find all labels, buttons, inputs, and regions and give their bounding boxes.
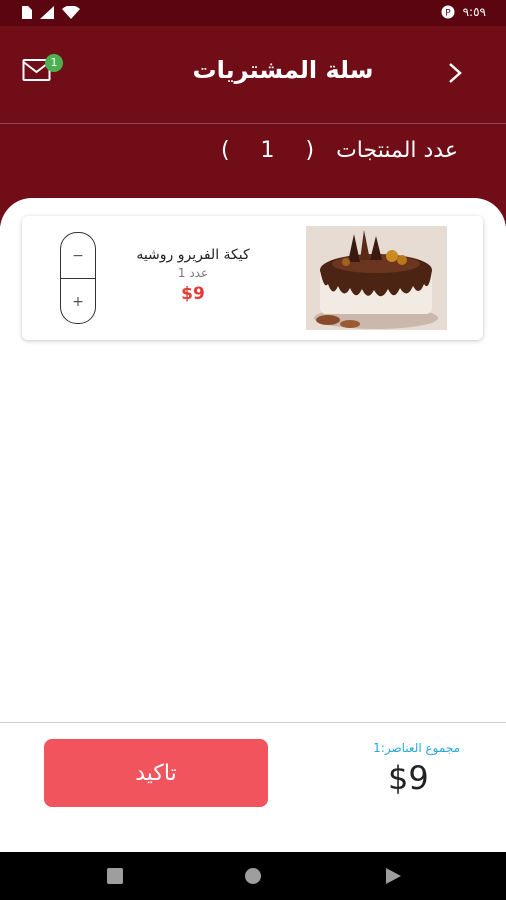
product-quantity: عدد 1: [177, 266, 209, 280]
product-name: كيكة الفريرو روشيه: [136, 247, 250, 263]
header: 1 سلة المشتريات عدد المنتجات ( 1 ): [0, 26, 506, 226]
confirm-button[interactable]: تاكيد: [44, 739, 268, 807]
signal-icon: [40, 6, 54, 19]
chocolate-cake-image: [306, 226, 447, 330]
cart-item-card: كيكة الفريرو روشيه عدد 1 $9 − +: [22, 216, 483, 340]
checkout-bar: تاكيد مجموع العناصر:1 $9: [0, 722, 506, 853]
back-button[interactable]: [440, 58, 470, 88]
status-right-icons: P ٩:٥٩: [441, 5, 486, 19]
recent-apps-icon[interactable]: [105, 866, 125, 886]
system-nav-bar: [0, 852, 506, 900]
chevron-right-icon: [449, 63, 462, 83]
status-time: ٩:٥٩: [462, 5, 486, 19]
increment-button[interactable]: +: [61, 279, 95, 323]
product-count-value: ( 1 ): [220, 138, 327, 163]
total-items-label: مجموع العناصر:1: [373, 741, 460, 755]
svg-text:P: P: [445, 9, 451, 19]
decrement-button[interactable]: −: [61, 233, 95, 279]
status-bar: P ٩:٥٩: [0, 0, 506, 26]
product-price: $9: [181, 284, 205, 304]
total-price: $9: [388, 759, 429, 797]
sim-icon: [22, 6, 32, 19]
header-divider: [0, 123, 506, 124]
home-icon[interactable]: [243, 866, 263, 886]
product-count-label: عدد المنتجات: [336, 138, 458, 163]
notification-icon: P: [441, 5, 455, 19]
quantity-stepper: − +: [60, 232, 96, 324]
page-title: سلة المشتريات: [192, 56, 374, 84]
product-count: عدد المنتجات ( 1 ): [221, 138, 458, 163]
back-nav-icon[interactable]: [383, 866, 403, 886]
wifi-icon: [62, 6, 80, 19]
status-left-icons: [22, 6, 80, 19]
